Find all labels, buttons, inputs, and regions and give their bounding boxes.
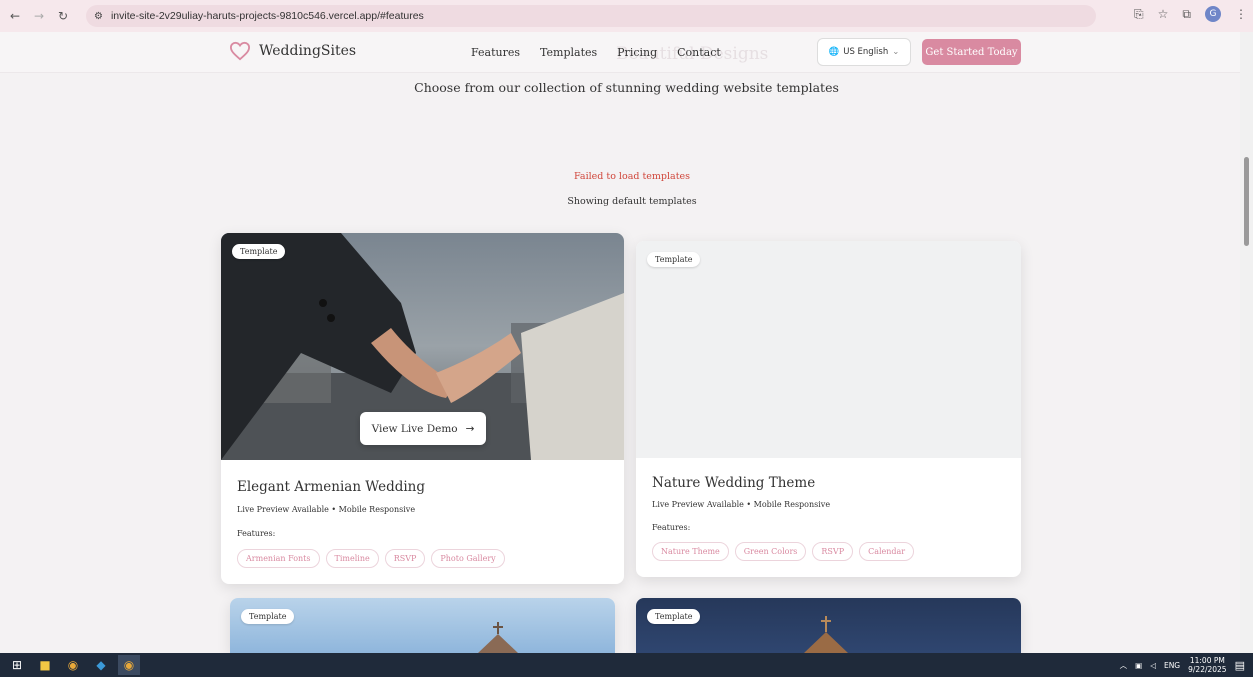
template-card[interactable]: Template xyxy=(636,598,1021,653)
features-label: Features: xyxy=(237,529,276,538)
extensions-icon[interactable]: ⧉ xyxy=(1182,7,1191,22)
network-icon[interactable]: ▣ xyxy=(1135,661,1142,670)
feature-tag: Photo Gallery xyxy=(431,549,505,568)
chevron-up-icon[interactable]: ︿ xyxy=(1120,660,1128,671)
menu-kebab-icon[interactable]: ⋮ xyxy=(1235,7,1247,21)
main-nav: Features Templates Pricing Contact xyxy=(471,46,721,59)
language-select[interactable]: 🌐 US English ⌄ xyxy=(817,38,911,66)
file-explorer-icon[interactable]: ■ xyxy=(34,655,56,675)
template-card[interactable]: Template Nature Wedding Theme Live Previ… xyxy=(636,241,1021,577)
feature-tag: Nature Theme xyxy=(652,542,729,561)
chrome-active-icon[interactable]: ◉ xyxy=(118,655,140,675)
feature-tags: Nature Theme Green Colors RSVP Calendar xyxy=(652,542,915,561)
scrollbar-thumb[interactable] xyxy=(1244,157,1249,246)
reload-icon[interactable]: ↻ xyxy=(54,7,72,25)
template-badge: Template xyxy=(241,609,295,624)
logo[interactable]: WeddingSites xyxy=(229,41,356,61)
browser-toolbar: ← → ↻ ⚙ invite-site-2v29uliay-haruts-pro… xyxy=(0,0,1253,32)
arrow-right-icon: → xyxy=(465,422,475,435)
brand-name: WeddingSites xyxy=(259,43,357,59)
template-preview-image: Template View Live Demo → xyxy=(221,233,624,460)
clock[interactable]: 11:00 PM 9/22/2025 xyxy=(1188,656,1226,674)
template-card[interactable]: Template View Live Demo → Elegant Armeni… xyxy=(221,233,624,584)
features-label: Features: xyxy=(652,523,691,532)
site-header: WeddingSites Beautiful Designs Features … xyxy=(0,32,1240,73)
heart-icon xyxy=(229,41,251,61)
forward-icon[interactable]: → xyxy=(30,7,48,25)
bookmark-star-icon[interactable]: ☆ xyxy=(1158,7,1169,21)
view-live-demo-button[interactable]: View Live Demo → xyxy=(360,412,486,445)
church-sky-photo xyxy=(230,598,615,653)
demo-label: View Live Demo xyxy=(371,422,458,435)
fallback-message: Showing default templates xyxy=(567,196,697,207)
feature-tag: RSVP xyxy=(812,542,854,561)
nav-pricing[interactable]: Pricing xyxy=(617,46,657,59)
windows-start-icon[interactable]: ⊞ xyxy=(6,655,28,675)
notifications-icon[interactable]: ▤ xyxy=(1235,659,1245,672)
template-title: Elegant Armenian Wedding xyxy=(237,479,426,495)
feature-tags: Armenian Fonts Timeline RSVP Photo Galle… xyxy=(237,549,505,568)
chrome-icon[interactable]: ◉ xyxy=(62,655,84,675)
feature-tag: RSVP xyxy=(384,549,426,568)
feature-tag: Green Colors xyxy=(734,542,807,561)
template-preview-placeholder: Template xyxy=(636,241,1021,458)
chevron-down-icon: ⌄ xyxy=(892,47,900,57)
url-text: invite-site-2v29uliay-haruts-projects-98… xyxy=(110,10,424,22)
feature-tag: Calendar xyxy=(859,542,915,561)
feature-tag: Armenian Fonts xyxy=(237,549,320,568)
language-label: US English xyxy=(843,47,889,57)
template-meta: Live Preview Available • Mobile Responsi… xyxy=(237,505,416,514)
template-card[interactable]: Template xyxy=(230,598,615,653)
template-badge: Template xyxy=(232,244,286,259)
church-night-photo xyxy=(636,598,1021,653)
clock-time: 11:00 PM xyxy=(1189,656,1225,665)
clock-date: 9/22/2025 xyxy=(1188,665,1227,674)
globe-icon: 🌐 xyxy=(828,47,840,57)
nav-contact[interactable]: Contact xyxy=(677,46,721,59)
vscode-icon[interactable]: ◆ xyxy=(90,655,112,675)
os-taskbar: ⊞ ■ ◉ ◆ ◉ ︿ ▣ ◁ ENG 11:00 PM 9/22/2025 ▤ xyxy=(0,653,1253,677)
site-info-icon[interactable]: ⚙ xyxy=(94,11,103,22)
back-icon[interactable]: ← xyxy=(6,7,24,25)
template-badge: Template xyxy=(647,252,701,267)
language-indicator[interactable]: ENG xyxy=(1164,661,1180,670)
address-bar[interactable]: ⚙ invite-site-2v29uliay-haruts-projects-… xyxy=(86,5,1096,27)
nav-features[interactable]: Features xyxy=(471,46,520,59)
profile-avatar[interactable]: G xyxy=(1205,6,1221,22)
template-title: Nature Wedding Theme xyxy=(652,475,816,491)
template-meta: Live Preview Available • Mobile Responsi… xyxy=(652,500,831,509)
page-scrollbar[interactable] xyxy=(1240,32,1253,653)
template-badge: Template xyxy=(647,609,701,624)
nav-templates[interactable]: Templates xyxy=(540,46,597,59)
translate-icon[interactable]: ⎘ xyxy=(1134,7,1144,22)
section-subtitle: Choose from our collection of stunning w… xyxy=(414,80,839,95)
get-started-button[interactable]: Get Started Today xyxy=(922,39,1021,65)
system-tray: ︿ ▣ ◁ ENG 11:00 PM 9/22/2025 ▤ xyxy=(1120,653,1245,677)
volume-icon[interactable]: ◁ xyxy=(1150,661,1156,670)
error-message: Failed to load templates xyxy=(573,171,691,182)
feature-tag: Timeline xyxy=(325,549,379,568)
